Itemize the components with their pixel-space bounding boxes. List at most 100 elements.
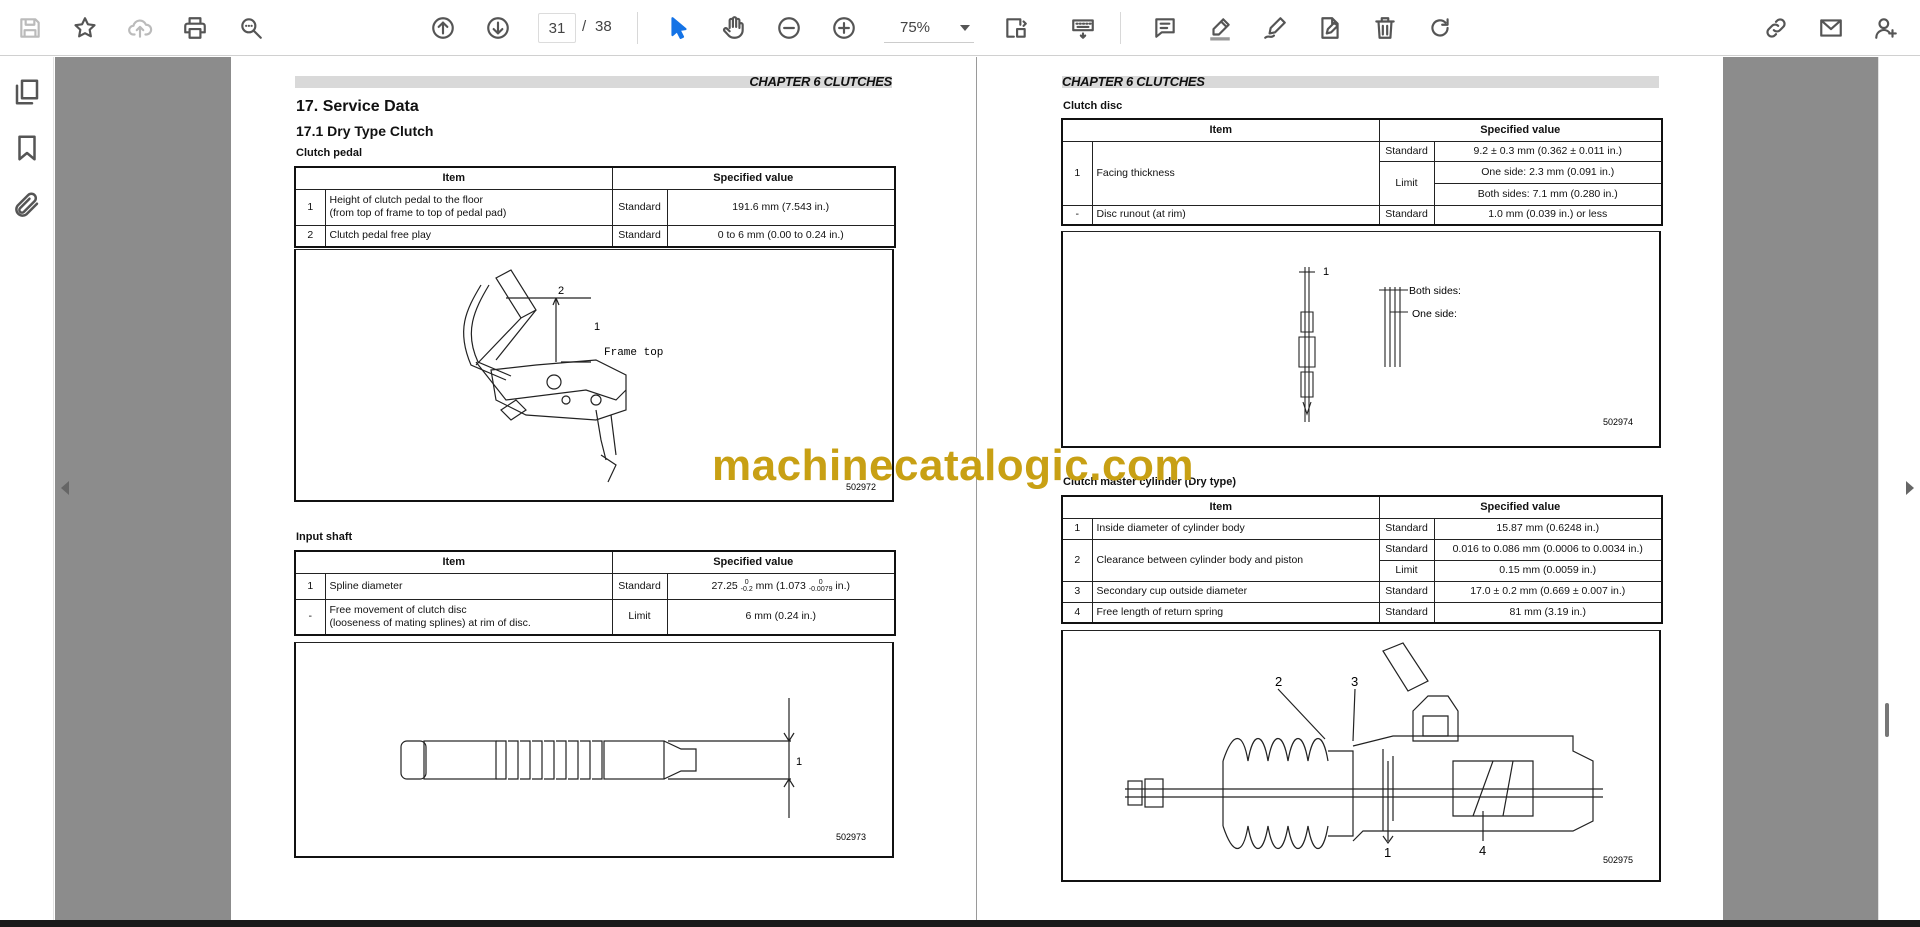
page-total: 38 (595, 18, 612, 35)
svg-text:1: 1 (594, 321, 600, 333)
master-cylinder-table: Item Specified value 1 Inside diameter o… (1061, 495, 1663, 624)
svg-text:One side:: One side: (1412, 308, 1457, 320)
toolbar: 31 / 38 75% (0, 0, 1920, 56)
print-icon[interactable] (177, 10, 213, 46)
mail-icon[interactable] (1813, 10, 1849, 46)
table-row: 1 Spline diameter Standard 27.25 0 -0.2 m… (294, 572, 896, 600)
row-value: 0.15 mm (0.0059 in.) (1433, 559, 1663, 582)
fit-page-icon[interactable] (998, 10, 1034, 46)
row-number: 1 (294, 188, 326, 226)
row-number: 4 (1061, 601, 1093, 624)
chevron-down-icon (960, 25, 970, 31)
row-item: Facing thickness (1091, 140, 1380, 206)
row-item: Free length of return spring (1091, 601, 1380, 624)
cloud-upload-icon[interactable] (122, 10, 158, 46)
clutch-disc-heading: Clutch disc (1063, 100, 1123, 112)
collapse-right-panel-icon[interactable] (1906, 481, 1914, 495)
collapse-left-panel-icon[interactable] (61, 481, 69, 495)
row-number: 2 (294, 224, 326, 248)
svg-text:502974: 502974 (1603, 417, 1633, 427)
bookmark-star-icon[interactable] (67, 10, 103, 46)
table-row: - Free movement of clutch disc (looseness… (294, 598, 896, 636)
table-row: 3 Secondary cup outside diameter Standar… (1061, 580, 1663, 603)
clutch-disc-table: Item Specified value 1 Facing thickness … (1061, 118, 1663, 226)
row-value: 6 mm (0.24 in.) (666, 598, 896, 636)
row-item: Inside diameter of cylinder body (1091, 517, 1380, 540)
row-item: Free movement of clutch disc (looseness o… (324, 598, 613, 636)
table-header-item: Item (294, 550, 613, 574)
page-number-input[interactable]: 31 (538, 13, 576, 43)
page-separator: / (582, 18, 587, 35)
next-page-icon[interactable] (480, 10, 516, 46)
share-link-icon[interactable] (1758, 10, 1794, 46)
table-row: 2 Clearance between cylinder body and pi… (1061, 538, 1663, 582)
row-number: - (1061, 204, 1093, 226)
row-number: 2 (1061, 538, 1093, 582)
page-thumbnails-icon[interactable] (12, 77, 42, 107)
section-title: 17. Service Data (296, 98, 419, 115)
zoom-out-icon[interactable] (771, 10, 807, 46)
chapter-header-bar: CHAPTER 6 CLUTCHES (295, 74, 892, 89)
vertical-scrollbar-thumb[interactable] (1885, 703, 1889, 737)
row-type: Standard (1378, 601, 1435, 624)
select-cursor-icon[interactable] (661, 10, 697, 46)
row-number: 1 (294, 572, 326, 600)
svg-text:1: 1 (796, 756, 802, 768)
svg-text:502973: 502973 (836, 832, 866, 842)
hand-tool-icon[interactable] (716, 10, 752, 46)
row-type: Standard (1378, 538, 1435, 561)
input-shaft-table: Item Specified value 1 Spline diameter S… (294, 550, 896, 636)
table-row: - Disc runout (at rim) Standard 1.0 mm (… (1061, 204, 1663, 226)
bookmarks-icon[interactable] (12, 133, 42, 163)
previous-page-icon[interactable] (425, 10, 461, 46)
svg-text:2: 2 (1275, 674, 1282, 689)
row-value: One side: 2.3 mm (0.091 in.) (1433, 160, 1663, 184)
watermark-text: machinecatalogic.com (712, 441, 1194, 490)
table-row: 2 Clutch pedal free play Standard 0 to 6… (294, 224, 896, 248)
row-type: Standard (1378, 140, 1435, 162)
row-type: Standard (1378, 517, 1435, 540)
row-type: Standard (611, 188, 668, 226)
rotate-redo-icon[interactable] (1422, 10, 1458, 46)
table-header-value: Specified value (1378, 118, 1663, 142)
attachment-paperclip-icon[interactable] (12, 190, 42, 220)
row-value: Both sides: 7.1 mm (0.280 in.) (1433, 182, 1663, 206)
zoom-in-icon[interactable] (826, 10, 862, 46)
row-type: Limit (1378, 559, 1435, 582)
save-icon[interactable] (12, 10, 48, 46)
trash-icon[interactable] (1367, 10, 1403, 46)
table-row: 4 Free length of return spring Standard … (1061, 601, 1663, 624)
zoom-level-value: 75% (900, 19, 931, 36)
row-type: Standard (1378, 204, 1435, 226)
table-row: 1 Facing thickness Standard 9.2 ± 0.3 mm… (1061, 140, 1663, 206)
row-value: 1.0 mm (0.039 in.) or less (1433, 204, 1663, 226)
edit-document-icon[interactable] (1312, 10, 1348, 46)
draw-freehand-icon[interactable] (1257, 10, 1293, 46)
zoom-level-select[interactable]: 75% (884, 13, 974, 43)
svg-text:Both sides:: Both sides: (1409, 285, 1461, 297)
row-value: 81 mm (3.19 in.) (1433, 601, 1663, 624)
table-header-value: Specified value (611, 166, 896, 190)
row-value: 0 to 6 mm (0.00 to 0.24 in.) (666, 224, 896, 248)
toolbar-divider (637, 12, 638, 44)
row-value: 191.6 mm (7.543 in.) (666, 188, 896, 226)
row-value: 0.016 to 0.086 mm (0.0006 to 0.0034 in.) (1433, 538, 1663, 561)
row-item: Spline diameter (324, 572, 613, 600)
table-header-value: Specified value (611, 550, 896, 574)
row-number: 1 (1061, 140, 1093, 206)
row-number: - (294, 598, 326, 636)
svg-text:4: 4 (1479, 843, 1486, 858)
highlight-pen-icon[interactable] (1202, 10, 1238, 46)
clutch-disc-diagram: 1 Both sides: One side: 502974 (1298, 266, 1633, 427)
table-header-item: Item (1061, 118, 1380, 142)
zoom-search-icon[interactable] (233, 10, 269, 46)
input-shaft-heading: Input shaft (296, 531, 353, 543)
comment-icon[interactable] (1147, 10, 1183, 46)
chapter-header: CHAPTER 6 CLUTCHES (749, 74, 892, 89)
row-number: 1 (1061, 517, 1093, 540)
master-cylinder-diagram: 2 3 1 4 502975 (1125, 642, 1633, 865)
add-user-icon[interactable] (1868, 10, 1904, 46)
input-shaft-figure: 1 502973 (294, 642, 894, 858)
table-header-item: Item (294, 166, 613, 190)
keyboard-icon[interactable] (1065, 10, 1101, 46)
